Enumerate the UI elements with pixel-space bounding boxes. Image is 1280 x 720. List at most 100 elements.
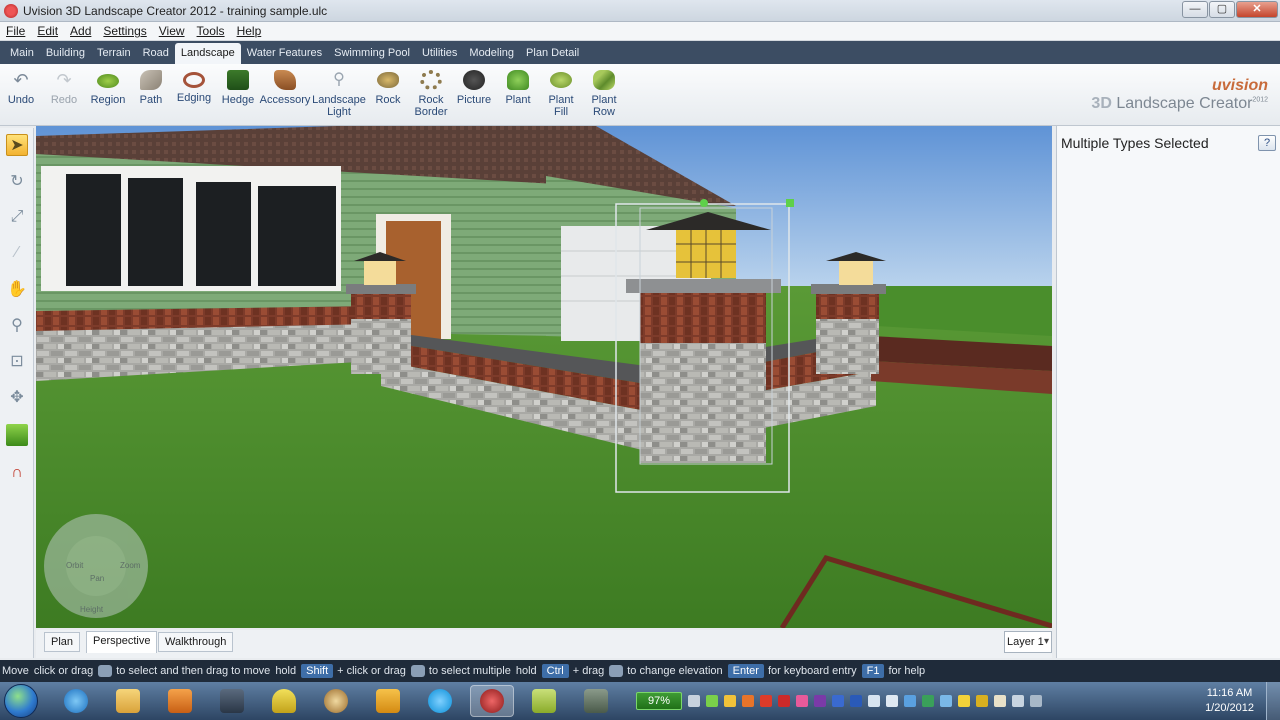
accessory-button[interactable]: Accessory (258, 70, 312, 106)
zoom-icon[interactable]: ⚲ (6, 314, 28, 336)
tab-perspective-view[interactable]: Perspective (86, 631, 158, 653)
system-tray: 97% (636, 691, 1042, 711)
edging-icon (183, 72, 205, 88)
status-text-1: click or drag (33, 665, 94, 677)
taskbar: 97% 11:16 AM 1/20/2012 (0, 682, 1280, 720)
menu-edit[interactable]: Edit (31, 24, 64, 38)
left-toolbar: ➤ ↻ ⤢ ⁄ ✋ ⚲ ⊡ ✥ ∩ (0, 128, 34, 658)
monitor-icon[interactable] (904, 695, 916, 707)
tab-main[interactable]: Main (4, 43, 40, 64)
pan-hand-icon[interactable]: ✋ (6, 278, 28, 300)
orbit-icon[interactable]: ↻ (6, 170, 28, 192)
minimize-button[interactable]: — (1182, 1, 1208, 18)
keyring-icon[interactable] (262, 685, 306, 717)
clock-time: 11:16 AM (1206, 687, 1253, 699)
show-desktop-button[interactable] (1266, 682, 1280, 720)
adobe-icon[interactable] (778, 695, 790, 707)
select-arrow-icon[interactable]: ➤ (6, 134, 28, 156)
taskbar-clock[interactable]: 11:16 AM 1/20/2012 (1205, 686, 1254, 716)
region-label: Region (90, 94, 126, 106)
rock-label: Rock (375, 94, 401, 106)
compass-label-height: Height (80, 605, 104, 614)
status-text-9: for keyboard entry (767, 665, 857, 677)
scale-icon[interactable]: ⤢ (6, 206, 28, 228)
status-text-3: hold (275, 665, 297, 677)
menu-settings[interactable]: Settings (97, 24, 152, 38)
tab-terrain[interactable]: Terrain (91, 43, 137, 64)
network-icon[interactable] (832, 695, 844, 707)
menu-view[interactable]: View (153, 24, 191, 38)
key-f1: F1 (861, 664, 885, 678)
tab-plan-view[interactable]: Plan (44, 632, 81, 652)
tab-building[interactable]: Building (40, 43, 91, 64)
file-explorer-icon[interactable] (106, 685, 150, 717)
menu-bar: File Edit Add Settings View Tools Help (0, 22, 1280, 41)
compass-label-orbit: Orbit (66, 561, 84, 570)
security-icon[interactable] (958, 695, 970, 707)
paint-icon[interactable] (314, 685, 358, 717)
start-button[interactable] (4, 684, 38, 718)
media-player-icon[interactable] (158, 685, 202, 717)
help-button[interactable]: ? (1258, 135, 1276, 151)
hedge-button[interactable]: Hedge (211, 70, 265, 106)
magnet-icon[interactable]: ∩ (6, 462, 28, 484)
status-mode: Move (2, 665, 29, 677)
tab-swimming-pool[interactable]: Swimming Pool (328, 43, 416, 64)
screen-icon[interactable] (868, 695, 880, 707)
redo-icon: ↷ (56, 70, 72, 90)
signal-icon[interactable] (1012, 695, 1024, 707)
terrain-grid-icon[interactable] (6, 424, 28, 446)
menu-tools[interactable]: Tools (191, 24, 231, 38)
volume-icon[interactable] (1030, 695, 1042, 707)
wand-icon[interactable]: ⁄ (6, 242, 28, 264)
tab-utilities[interactable]: Utilities (416, 43, 463, 64)
battery-indicator[interactable]: 97% (636, 692, 682, 710)
plant-row-button[interactable]: Plant Row (577, 70, 631, 118)
notes-icon[interactable] (522, 685, 566, 717)
plant-label: Plant (505, 94, 531, 106)
panel-title: Multiple Types Selected (1061, 135, 1209, 151)
outlook-icon[interactable] (366, 685, 410, 717)
tab-road[interactable]: Road (137, 43, 175, 64)
screen-recorder-icon[interactable] (210, 685, 254, 717)
landscape-light-icon: ⚲ (333, 71, 345, 88)
tool-icon[interactable] (574, 685, 618, 717)
firefox-icon[interactable] (742, 695, 754, 707)
onenote-icon[interactable] (814, 695, 826, 707)
region-icon (97, 74, 119, 88)
3d-viewport[interactable]: Orbit Zoom Pan Height (36, 126, 1052, 628)
mouse-icon (98, 665, 113, 677)
check-icon[interactable] (760, 695, 772, 707)
flag-icon[interactable] (886, 695, 898, 707)
close-button[interactable]: ✕ (1236, 1, 1278, 18)
norton-icon[interactable] (976, 695, 988, 707)
uvision-logo: uvision 3D Landscape Creator2012 (1091, 77, 1268, 113)
navigate-icon[interactable]: ✥ (6, 386, 28, 408)
ribbon-tabs: Main Building Terrain Road Landscape Wat… (0, 41, 1280, 64)
skype-icon[interactable] (418, 685, 462, 717)
menu-help[interactable]: Help (231, 24, 268, 38)
menu-add[interactable]: Add (64, 24, 97, 38)
tab-plan-detail[interactable]: Plan Detail (520, 43, 585, 64)
tab-landscape[interactable]: Landscape (174, 43, 241, 64)
menu-file[interactable]: File (0, 24, 31, 38)
sync-icon[interactable] (688, 695, 700, 707)
internet-explorer-icon[interactable] (54, 685, 98, 717)
layer-dropdown[interactable]: Layer 1 (1004, 631, 1052, 653)
tab-water-features[interactable]: Water Features (241, 43, 328, 64)
dropbox-icon[interactable] (940, 695, 952, 707)
tab-walkthrough-view[interactable]: Walkthrough (158, 632, 234, 652)
shield-icon[interactable] (796, 695, 808, 707)
status-text-8: to change elevation (627, 665, 723, 677)
zoom-extents-icon[interactable]: ⊡ (6, 350, 28, 372)
hardware-icon[interactable] (922, 695, 934, 707)
landscape-light-button[interactable]: ⚲ Landscape Light (312, 70, 366, 118)
rock-border-icon (420, 70, 442, 90)
tab-modeling[interactable]: Modeling (463, 43, 520, 64)
pen-icon[interactable] (706, 695, 718, 707)
bluetooth-icon[interactable] (850, 695, 862, 707)
uvision-icon[interactable] (470, 685, 514, 717)
sun-icon[interactable] (724, 695, 736, 707)
maximize-button[interactable]: ▢ (1209, 1, 1235, 18)
usb-icon[interactable] (994, 695, 1006, 707)
